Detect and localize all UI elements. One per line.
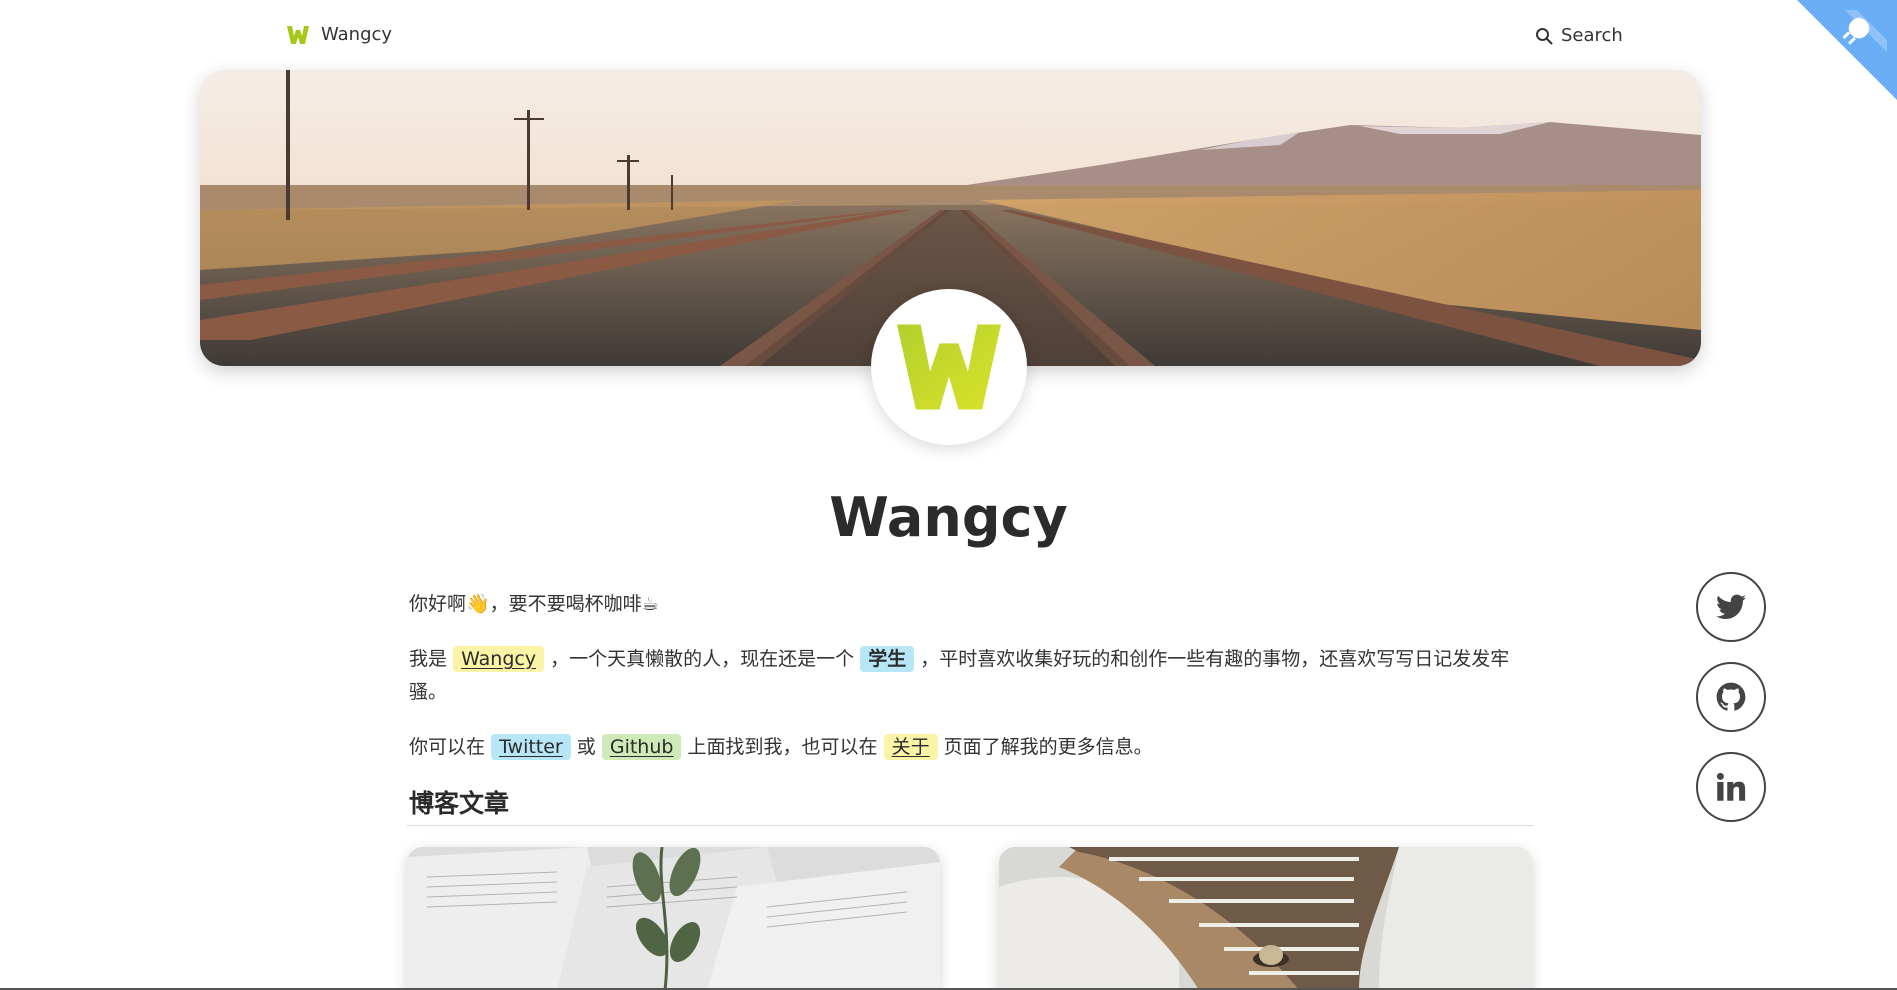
section-divider: [407, 825, 1534, 826]
linkedin-social-button[interactable]: [1696, 752, 1766, 822]
site-header: Wangcy Search: [0, 0, 1897, 70]
profile-name: Wangcy: [829, 486, 1068, 549]
github-link[interactable]: Github: [601, 734, 682, 760]
wangcy-logo-icon: [897, 324, 1001, 410]
github-corner-icon[interactable]: [1797, 0, 1897, 100]
posts-section-title: 博客文章: [409, 789, 510, 818]
site-name: Wangcy: [321, 24, 393, 45]
about-link[interactable]: 关于: [883, 734, 938, 760]
contact-prefix: 你可以在: [409, 736, 486, 758]
post-cover-image: [407, 847, 940, 990]
intro-paragraph: 我是 Wangcy ，一个天真懒散的人，现在还是一个 学生 ，平时喜欢收集好玩的…: [409, 643, 1533, 709]
profile-avatar: [871, 289, 1027, 445]
search-button[interactable]: Search: [1535, 25, 1623, 46]
role-highlight: 学生: [860, 646, 915, 672]
post-card[interactable]: [999, 847, 1532, 990]
wangcy-logo-icon: [287, 25, 309, 44]
github-icon: [1716, 682, 1746, 711]
post-card[interactable]: [407, 847, 940, 990]
intro-prefix: 我是: [409, 648, 448, 670]
site-brand-link[interactable]: Wangcy: [287, 24, 392, 45]
linkedin-icon: [1716, 772, 1746, 801]
name-link[interactable]: Wangcy: [453, 646, 545, 672]
intro-content: 你好啊👋，要不要喝杯咖啡☕ 我是 Wangcy ，一个天真懒散的人，现在还是一个…: [409, 588, 1533, 786]
twitter-link[interactable]: Twitter: [491, 734, 571, 760]
post-cover-image: [999, 847, 1532, 990]
twitter-social-button[interactable]: [1696, 572, 1766, 642]
contact-or: 或: [576, 736, 596, 758]
intro-mid: ，一个天真懒散的人，现在还是一个: [550, 648, 855, 670]
search-label: Search: [1561, 25, 1623, 46]
twitter-icon: [1716, 594, 1746, 619]
greeting-text: 你好啊👋，要不要喝杯咖啡☕: [409, 593, 659, 615]
github-social-button[interactable]: [1696, 662, 1766, 732]
search-icon: [1536, 27, 1553, 44]
contact-mid: 上面找到我，也可以在: [687, 736, 878, 758]
contact-suffix: 页面了解我的更多信息。: [943, 736, 1153, 758]
contact-paragraph: 你可以在 Twitter 或 Github 上面找到我，也可以在 关于 页面了解…: [409, 731, 1533, 764]
